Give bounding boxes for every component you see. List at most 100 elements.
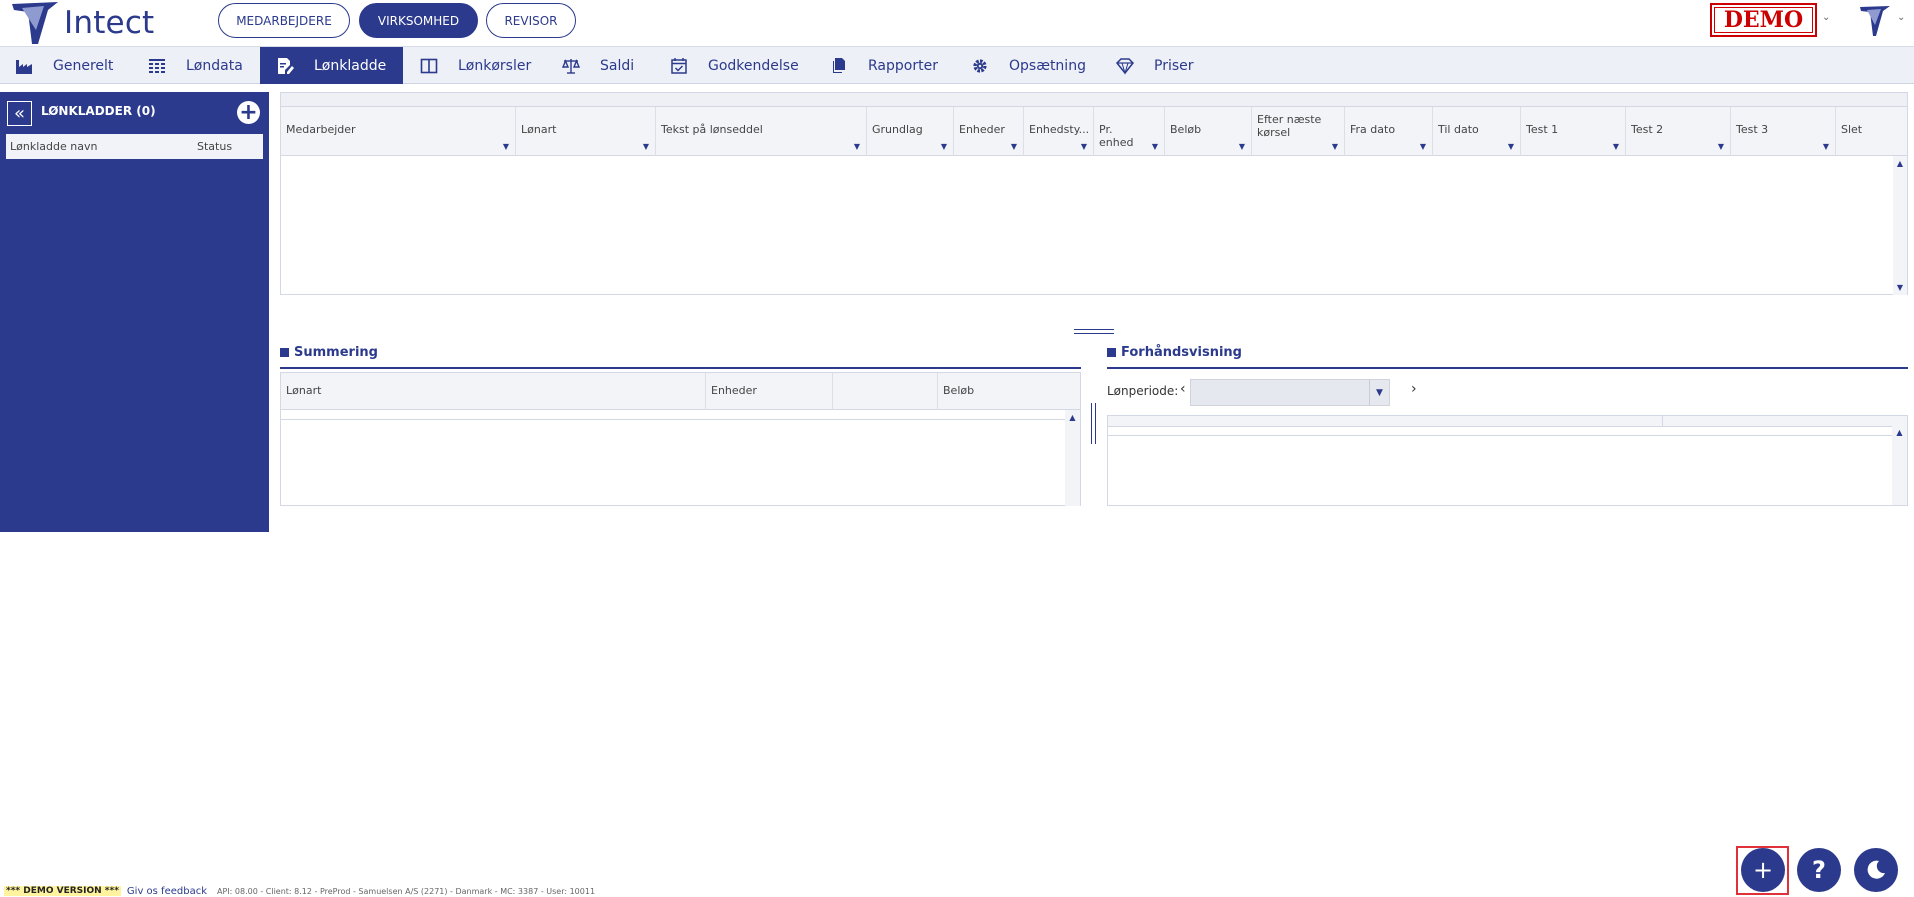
column-header-medarbejder[interactable]: Medarbejder ▼: [281, 107, 516, 156]
preview-scrollbar[interactable]: ▲: [1892, 416, 1907, 505]
version-info: API: 08.00 - Client: 8.12 - PreProd - Sa…: [217, 886, 596, 896]
tab-loendata[interactable]: Løndata: [148, 47, 258, 84]
question-icon: ?: [1812, 856, 1826, 884]
filter-icon[interactable]: ▼: [941, 142, 947, 151]
tab-godkendelse[interactable]: Godkendelse: [670, 47, 810, 84]
feedback-link[interactable]: Giv os feedback: [127, 886, 207, 897]
tab-loenkoersler[interactable]: Lønkørsler: [420, 47, 540, 84]
tab-generelt[interactable]: Generelt: [15, 47, 125, 84]
summary-divider: [280, 367, 1081, 369]
tab-loenkladde[interactable]: Lønkladde: [260, 47, 403, 84]
plus-icon: +: [1752, 856, 1774, 884]
diamond-icon: [1116, 57, 1134, 75]
filter-icon[interactable]: ▼: [1239, 142, 1245, 151]
column-label: Grundlag: [872, 123, 923, 136]
filter-icon[interactable]: ▼: [503, 142, 509, 151]
column-header-efter-naeste-koersel[interactable]: Efter næste kørsel ▼: [1252, 107, 1345, 156]
filter-icon[interactable]: ▼: [643, 142, 649, 151]
dark-mode-fab-button[interactable]: [1854, 848, 1898, 892]
column-header-beloeb[interactable]: Beløb: [938, 373, 1066, 410]
column-header-status[interactable]: Status: [197, 140, 232, 153]
tab-label: Løndata: [186, 57, 243, 74]
filter-icon[interactable]: ▼: [1420, 142, 1426, 151]
gear-icon: [973, 58, 987, 73]
scroll-up-icon[interactable]: ▲: [1893, 159, 1907, 168]
filter-icon[interactable]: ▼: [1152, 142, 1158, 151]
column-header-til-dato[interactable]: Til dato ▼: [1433, 107, 1521, 156]
column-header-loenart[interactable]: Lønart ▼: [516, 107, 656, 156]
sidebar-table-header: Lønkladde navn Status: [6, 134, 263, 159]
filter-icon[interactable]: ▼: [1613, 142, 1619, 151]
column-header-test-3[interactable]: Test 3 ▼: [1731, 107, 1836, 156]
vertical-splitter-handle[interactable]: [1091, 403, 1096, 444]
column-header-grundlag[interactable]: Grundlag ▼: [867, 107, 954, 156]
period-label: Lønperiode:: [1107, 384, 1179, 398]
period-dropdown[interactable]: ▼: [1190, 379, 1390, 406]
filter-icon[interactable]: ▼: [1011, 142, 1017, 151]
tab-label: Lønkørsler: [458, 57, 532, 74]
intect-logo[interactable]: Intect: [8, 0, 154, 46]
column-header-test-1[interactable]: Test 1 ▼: [1521, 107, 1626, 156]
column-header-draft-name[interactable]: Lønkladde navn: [10, 140, 97, 153]
role-revisor-button[interactable]: REVISOR: [486, 3, 576, 38]
column-label: Enhedsty...: [1029, 123, 1090, 136]
help-fab-button[interactable]: ?: [1797, 848, 1841, 892]
column-header-enheder[interactable]: Enheder: [706, 373, 833, 410]
horizontal-splitter-handle[interactable]: [1074, 329, 1114, 334]
column-header-pr-enhed[interactable]: Pr. enhed ▼: [1094, 107, 1165, 156]
tab-saldi[interactable]: Saldi: [562, 47, 662, 84]
summary-scrollbar[interactable]: ▲: [1065, 410, 1080, 506]
previous-period-icon[interactable]: ‹: [1180, 381, 1186, 397]
column-label: Fra dato: [1350, 123, 1396, 136]
role-virksomhed-button[interactable]: VIRKSOMHED: [359, 3, 478, 38]
column-header-slet[interactable]: Slet: [1836, 107, 1907, 156]
role-medarbejdere-button[interactable]: MEDARBEJDERE: [218, 3, 350, 38]
tab-priser[interactable]: Priser: [1116, 47, 1216, 84]
demo-badge[interactable]: DEMO: [1710, 3, 1817, 37]
filter-icon[interactable]: ▼: [1718, 142, 1724, 151]
tab-rapporter[interactable]: Rapporter: [830, 47, 950, 84]
column-label: Slet: [1841, 123, 1863, 136]
grid-scrollbar[interactable]: ▲ ▼: [1893, 156, 1907, 295]
chevron-down-icon[interactable]: ⌄: [1822, 12, 1830, 23]
column-label: Beløb: [1170, 123, 1202, 136]
scroll-up-icon[interactable]: ▲: [1065, 413, 1080, 422]
tab-opsaetning[interactable]: Opsætning: [971, 47, 1091, 84]
filter-icon[interactable]: ▼: [854, 142, 860, 151]
summary-table: Lønart Enheder Beløb ▲: [280, 372, 1081, 506]
column-label: Beløb: [943, 384, 975, 397]
collapse-sidebar-button[interactable]: «: [7, 101, 32, 126]
column-header-tekst[interactable]: Tekst på lønseddel ▼: [656, 107, 867, 156]
sidebar-title: LØNKLADDER (0): [41, 104, 156, 118]
column-label: Enheder: [959, 123, 1005, 136]
column-header-loenart[interactable]: Lønart: [281, 373, 706, 410]
dropdown-arrow-icon[interactable]: ▼: [1369, 380, 1389, 405]
next-period-icon[interactable]: ›: [1411, 381, 1417, 397]
column-header-fra-dato[interactable]: Fra dato ▼: [1345, 107, 1433, 156]
add-fab-button[interactable]: +: [1741, 848, 1785, 892]
tab-label: Generelt: [53, 57, 114, 74]
column-header-beloeb[interactable]: Beløb ▼: [1165, 107, 1252, 156]
preview-table-header: [1108, 416, 1893, 427]
filter-icon[interactable]: ▼: [1823, 142, 1829, 151]
tab-label: Rapporter: [868, 57, 938, 74]
user-menu-logo-icon[interactable]: [1858, 4, 1892, 38]
column-header-enhedstype[interactable]: Enhedsty... ▼: [1024, 107, 1094, 156]
chevron-down-icon[interactable]: ⌄: [1897, 12, 1905, 23]
draft-sidebar: « LØNKLADDER (0) + Lønkladde navn Status: [0, 92, 269, 532]
filter-icon[interactable]: ▼: [1508, 142, 1514, 151]
section-square-icon: [280, 348, 289, 357]
tab-label: Opsætning: [1009, 57, 1086, 74]
summary-title-text: Summering: [294, 345, 378, 360]
summary-section-title: Summering: [280, 345, 378, 360]
column-header-enheder[interactable]: Enheder ▼: [954, 107, 1024, 156]
scroll-down-icon[interactable]: ▼: [1893, 283, 1907, 292]
column-header-test-2[interactable]: Test 2 ▼: [1626, 107, 1731, 156]
filter-icon[interactable]: ▼: [1332, 142, 1338, 151]
filter-icon[interactable]: ▼: [1081, 142, 1087, 151]
plus-icon: +: [239, 99, 258, 125]
demo-version-banner: *** DEMO VERSION ***: [4, 886, 121, 896]
add-draft-button[interactable]: +: [237, 101, 260, 124]
column-header-blank[interactable]: [833, 373, 938, 410]
scroll-up-icon[interactable]: ▲: [1892, 428, 1907, 437]
